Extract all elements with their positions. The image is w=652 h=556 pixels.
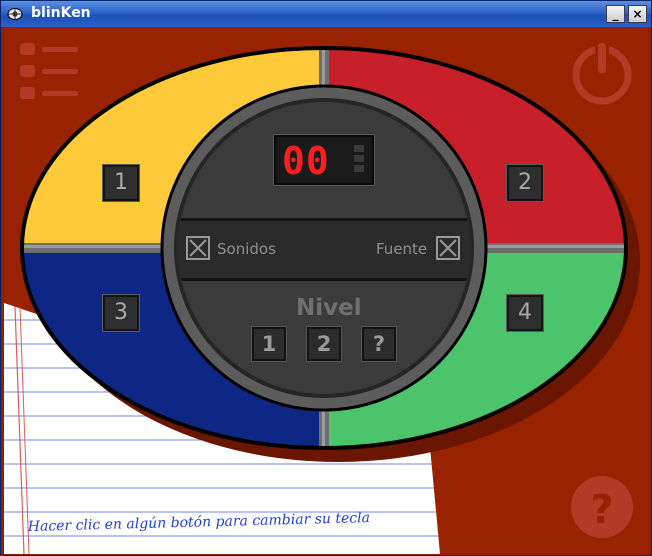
sound-label: Sonidos bbox=[217, 240, 276, 258]
level-random-button[interactable]: ? bbox=[361, 326, 397, 362]
help-icon[interactable]: ? bbox=[571, 476, 633, 538]
close-button[interactable]: × bbox=[628, 5, 647, 23]
score-digits: 00 bbox=[282, 139, 330, 183]
check-cross-icon bbox=[439, 239, 457, 257]
level-1-button[interactable]: 1 bbox=[251, 326, 287, 362]
score-display: 00 bbox=[273, 134, 375, 186]
sound-checkbox[interactable] bbox=[186, 236, 210, 260]
power-icon[interactable] bbox=[572, 41, 632, 105]
level-2-button[interactable]: 2 bbox=[306, 326, 342, 362]
menu-list-icon[interactable] bbox=[20, 43, 78, 99]
svg-text:?: ? bbox=[590, 487, 613, 533]
yellow-key-button[interactable]: 1 bbox=[102, 164, 140, 202]
app-window: blinKen _ × ? Hacer clic en algún botón … bbox=[0, 0, 652, 556]
title-bar[interactable]: blinKen _ × bbox=[1, 1, 651, 27]
window-title: blinKen bbox=[31, 5, 91, 21]
font-checkbox[interactable] bbox=[436, 236, 460, 260]
minimize-button[interactable]: _ bbox=[606, 5, 625, 23]
game-board-graphic: ? bbox=[4, 41, 640, 554]
green-key-button[interactable]: 4 bbox=[506, 294, 544, 332]
game-area: ? Hacer clic en algún botón para cambiar… bbox=[4, 27, 648, 554]
level-heading: Nivel bbox=[296, 295, 362, 321]
app-icon bbox=[7, 8, 23, 20]
red-key-button[interactable]: 2 bbox=[506, 164, 544, 202]
blue-key-button[interactable]: 3 bbox=[102, 294, 140, 332]
check-cross-icon bbox=[189, 239, 207, 257]
display-leds bbox=[354, 145, 364, 175]
font-label: Fuente bbox=[376, 240, 428, 258]
